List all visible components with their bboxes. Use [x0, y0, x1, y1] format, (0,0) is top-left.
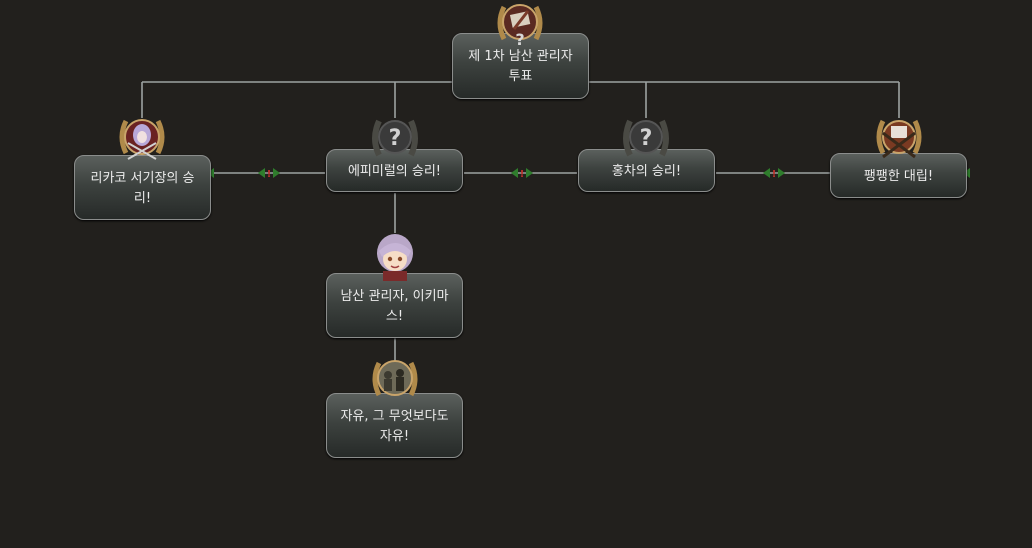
- leader-portrait-icon: [119, 119, 165, 160]
- svg-text:?: ?: [389, 126, 402, 151]
- svg-text:?: ?: [640, 126, 653, 151]
- focus-tree: ! ! ! 제 1차 남산 관리자 투표 ? 리카코 서기장의 승리! 에피미럴…: [0, 0, 1032, 548]
- focus-label: 남산 관리자, 이키마스!: [340, 288, 449, 324]
- leader-portrait-icon: [377, 234, 413, 281]
- focus-label: 홍차의 승리!: [611, 163, 682, 179]
- crowd-scene-icon: [372, 360, 418, 397]
- focus-label: 리카코 서기장의 승리!: [90, 170, 195, 206]
- focus-label: 팽팽한 대립!: [863, 168, 934, 184]
- unknown-question-icon: ?: [372, 119, 418, 157]
- crossed-weapons-icon: [876, 119, 922, 159]
- focus-node-rikako-victory[interactable]: 리카코 서기장의 승리!: [74, 155, 211, 220]
- focus-label: 자유, 그 무엇보다도 자유!: [340, 408, 449, 444]
- mutually-exclusive-icon: !: [511, 168, 533, 179]
- quill-document-icon: ?: [497, 4, 543, 49]
- focus-label: 제 1차 남산 관리자 투표: [468, 49, 573, 84]
- svg-text:!: !: [520, 169, 525, 179]
- focus-label: 에피미럴의 승리!: [347, 163, 442, 179]
- svg-text:?: ?: [515, 30, 524, 49]
- mutually-exclusive-icon: !: [258, 168, 280, 179]
- svg-text:!: !: [772, 169, 777, 179]
- mutually-exclusive-icon: !: [763, 168, 785, 179]
- unknown-question-icon: ?: [623, 119, 669, 157]
- svg-text:!: !: [267, 169, 272, 179]
